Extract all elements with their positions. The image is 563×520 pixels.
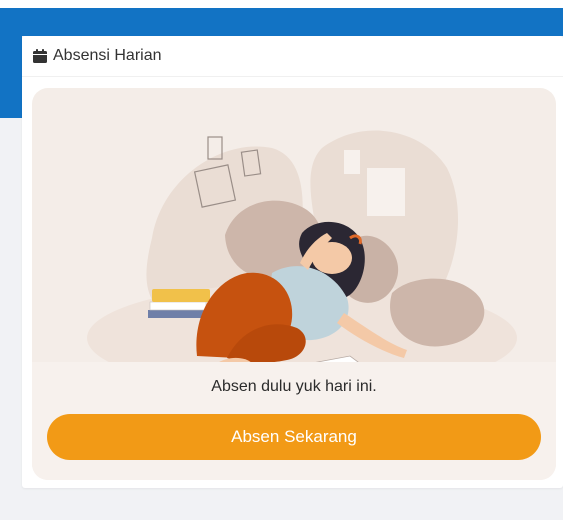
attendance-panel: Absen dulu yuk hari ini. Absen Sekarang bbox=[32, 88, 556, 480]
card-title: Absensi Harian bbox=[53, 47, 162, 64]
attendance-message: Absen dulu yuk hari ini. bbox=[211, 378, 377, 395]
header-side-band bbox=[0, 36, 22, 118]
woman-lying-on-floor-illustration bbox=[87, 130, 517, 388]
card-header: Absensi Harian bbox=[22, 36, 563, 77]
header-bar bbox=[0, 8, 563, 36]
check-in-button[interactable]: Absen Sekarang bbox=[47, 414, 541, 460]
attendance-card: Absensi Harian Absen dulu yuk hari ini. … bbox=[22, 36, 563, 488]
calendar-icon bbox=[32, 48, 48, 64]
top-strip bbox=[0, 0, 563, 8]
